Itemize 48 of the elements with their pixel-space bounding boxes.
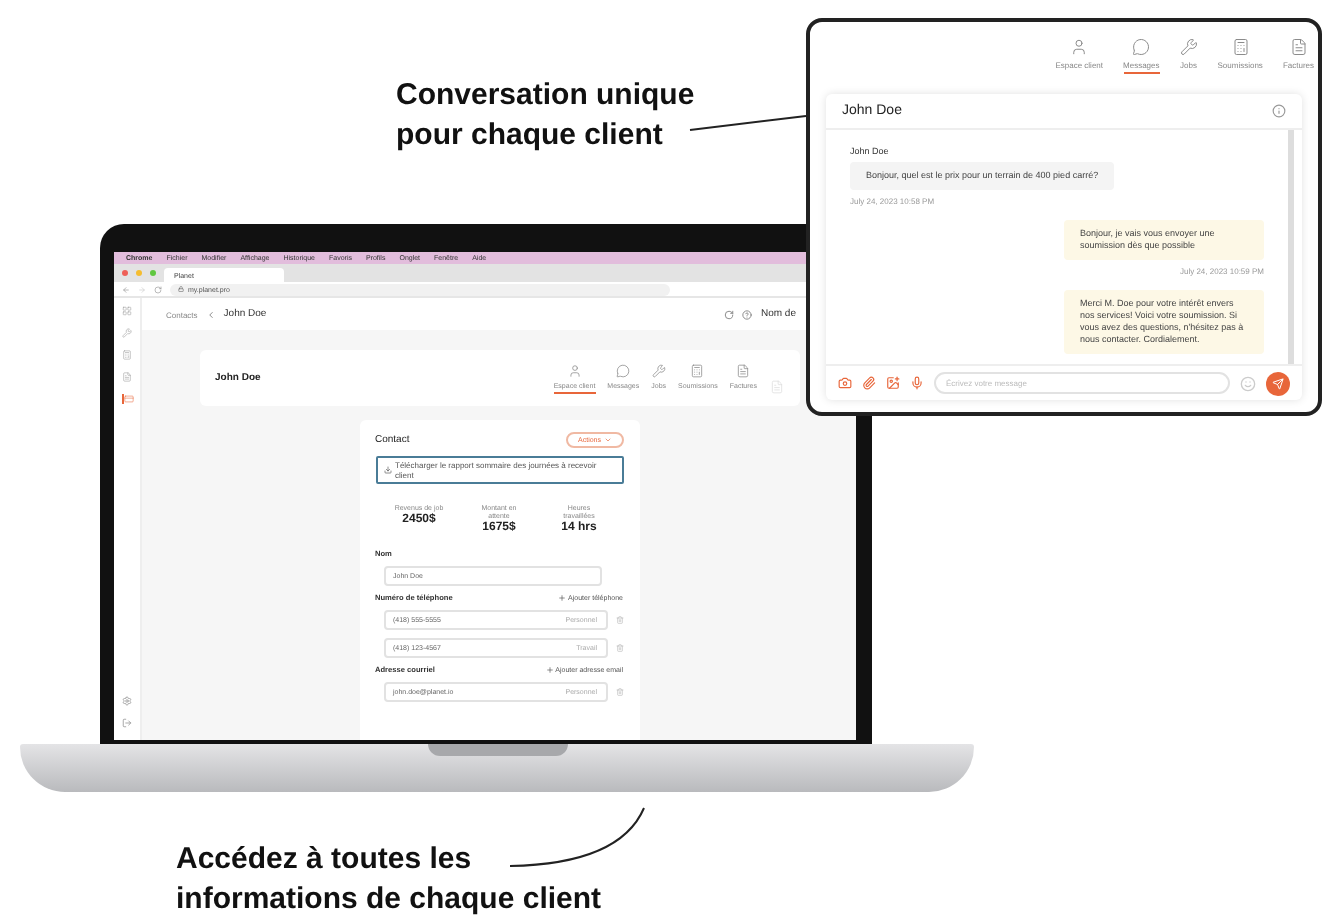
zoom-dot[interactable] [150, 270, 156, 276]
document-icon [1289, 38, 1308, 56]
document-icon [122, 372, 132, 382]
caption-text: Conversation unique pour chaque client [396, 76, 695, 156]
sidebar-item[interactable] [122, 306, 132, 316]
calculator-icon [122, 350, 132, 360]
emoji-icon[interactable] [1240, 375, 1256, 391]
info-icon[interactable] [1272, 104, 1286, 118]
card-icon [123, 394, 133, 404]
send-icon [1272, 377, 1284, 389]
plus-icon [558, 594, 567, 602]
caption-text: Accédez à toutes les informations de chaque client [176, 840, 602, 920]
lock-icon [178, 286, 184, 292]
grid-icon [122, 306, 132, 316]
user-icon [567, 363, 582, 377]
logout-icon[interactable] [122, 718, 132, 728]
send-button[interactable] [1266, 371, 1290, 395]
reload-icon[interactable] [154, 285, 162, 293]
refresh-icon[interactable] [724, 309, 735, 319]
sidebar-item[interactable] [122, 350, 132, 360]
user-icon [1070, 38, 1089, 56]
trash-icon[interactable] [615, 688, 623, 696]
settings-icon[interactable] [122, 696, 132, 706]
image-icon[interactable] [886, 376, 900, 390]
sidebar-item[interactable] [122, 372, 132, 382]
tools-icon [122, 328, 132, 338]
close-dot[interactable] [122, 270, 128, 276]
trash-icon[interactable] [615, 644, 623, 652]
sidebar-item[interactable] [121, 394, 133, 404]
help-icon[interactable] [742, 309, 753, 319]
minimize-dot[interactable] [136, 270, 142, 276]
calculator-icon [1231, 38, 1250, 56]
document-icon [769, 379, 783, 393]
tools-icon [1179, 38, 1198, 56]
camera-icon[interactable] [838, 376, 852, 390]
tools-icon [651, 363, 666, 377]
paperclip-icon[interactable] [862, 376, 876, 390]
sidebar-item[interactable] [122, 328, 132, 338]
back-icon[interactable] [205, 309, 216, 319]
download-icon [383, 466, 391, 474]
microphone-icon[interactable] [910, 376, 924, 390]
chat-icon [1132, 38, 1151, 56]
plus-icon [545, 666, 554, 674]
document-icon [736, 363, 751, 377]
chat-icon [616, 363, 631, 377]
trash-icon[interactable] [615, 616, 623, 624]
calculator-icon [690, 363, 705, 377]
leader-line [510, 808, 646, 868]
